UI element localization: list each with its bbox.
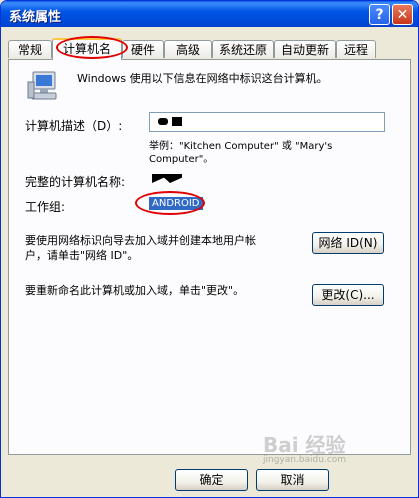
ok-button[interactable]: 确定: [175, 469, 248, 491]
full-name-label: 完整的计算机名称:: [25, 175, 126, 189]
computer-icon: [27, 71, 57, 100]
intro-text: Windows 使用以下信息在网络中标识这台计算机。: [77, 72, 328, 85]
description-redacted-mark: [172, 117, 182, 126]
tab-system-restore[interactable]: 系统还原: [212, 40, 274, 58]
cancel-button[interactable]: 取消: [256, 469, 329, 491]
workgroup-label: 工作组:: [25, 200, 66, 214]
change-button[interactable]: 更改(C)...: [312, 284, 384, 306]
description-hint: 举例："Kitchen Computer" 或 "Mary's Computer…: [149, 141, 333, 165]
title-bar[interactable]: 系统属性 ? ✕: [1, 1, 418, 27]
system-properties-window: 系统属性 ? ✕ 常规 计算机名 硬件 高级 系统还原 自动更新 远程 Wind…: [0, 0, 419, 498]
tab-remote[interactable]: 远程: [336, 40, 376, 58]
window-title: 系统属性: [9, 10, 62, 25]
description-redacted-mark: [158, 118, 168, 125]
close-button[interactable]: ✕: [392, 4, 413, 25]
network-id-text: 要使用网络标识向导去加入域并创建本地用户帐 户，请单击"网络 ID"。: [25, 234, 256, 262]
workgroup-annotation-circle: [135, 191, 205, 215]
tab-annotation-circle: [56, 36, 128, 59]
description-field[interactable]: [149, 112, 385, 132]
tab-automatic-updates[interactable]: 自动更新: [274, 40, 336, 58]
tab-general[interactable]: 常规: [8, 40, 52, 58]
watermark-brand: Bai 经验: [263, 433, 346, 457]
description-label: 计算机描述（D）:: [25, 119, 123, 133]
tab-hardware[interactable]: 硬件: [122, 40, 164, 58]
help-button[interactable]: ?: [369, 4, 390, 25]
full-name-redacted: [152, 174, 182, 183]
tab-advanced[interactable]: 高级: [164, 40, 212, 58]
rename-text: 要重新命名此计算机或加入域，单击"更改"。: [25, 284, 245, 297]
watermark-url: jingyan.baidu.com: [263, 455, 347, 465]
network-id-button[interactable]: 网络 ID(N): [312, 232, 384, 254]
computer-name-panel: Windows 使用以下信息在网络中标识这台计算机。 计算机描述（D）: 举例：…: [8, 59, 411, 455]
